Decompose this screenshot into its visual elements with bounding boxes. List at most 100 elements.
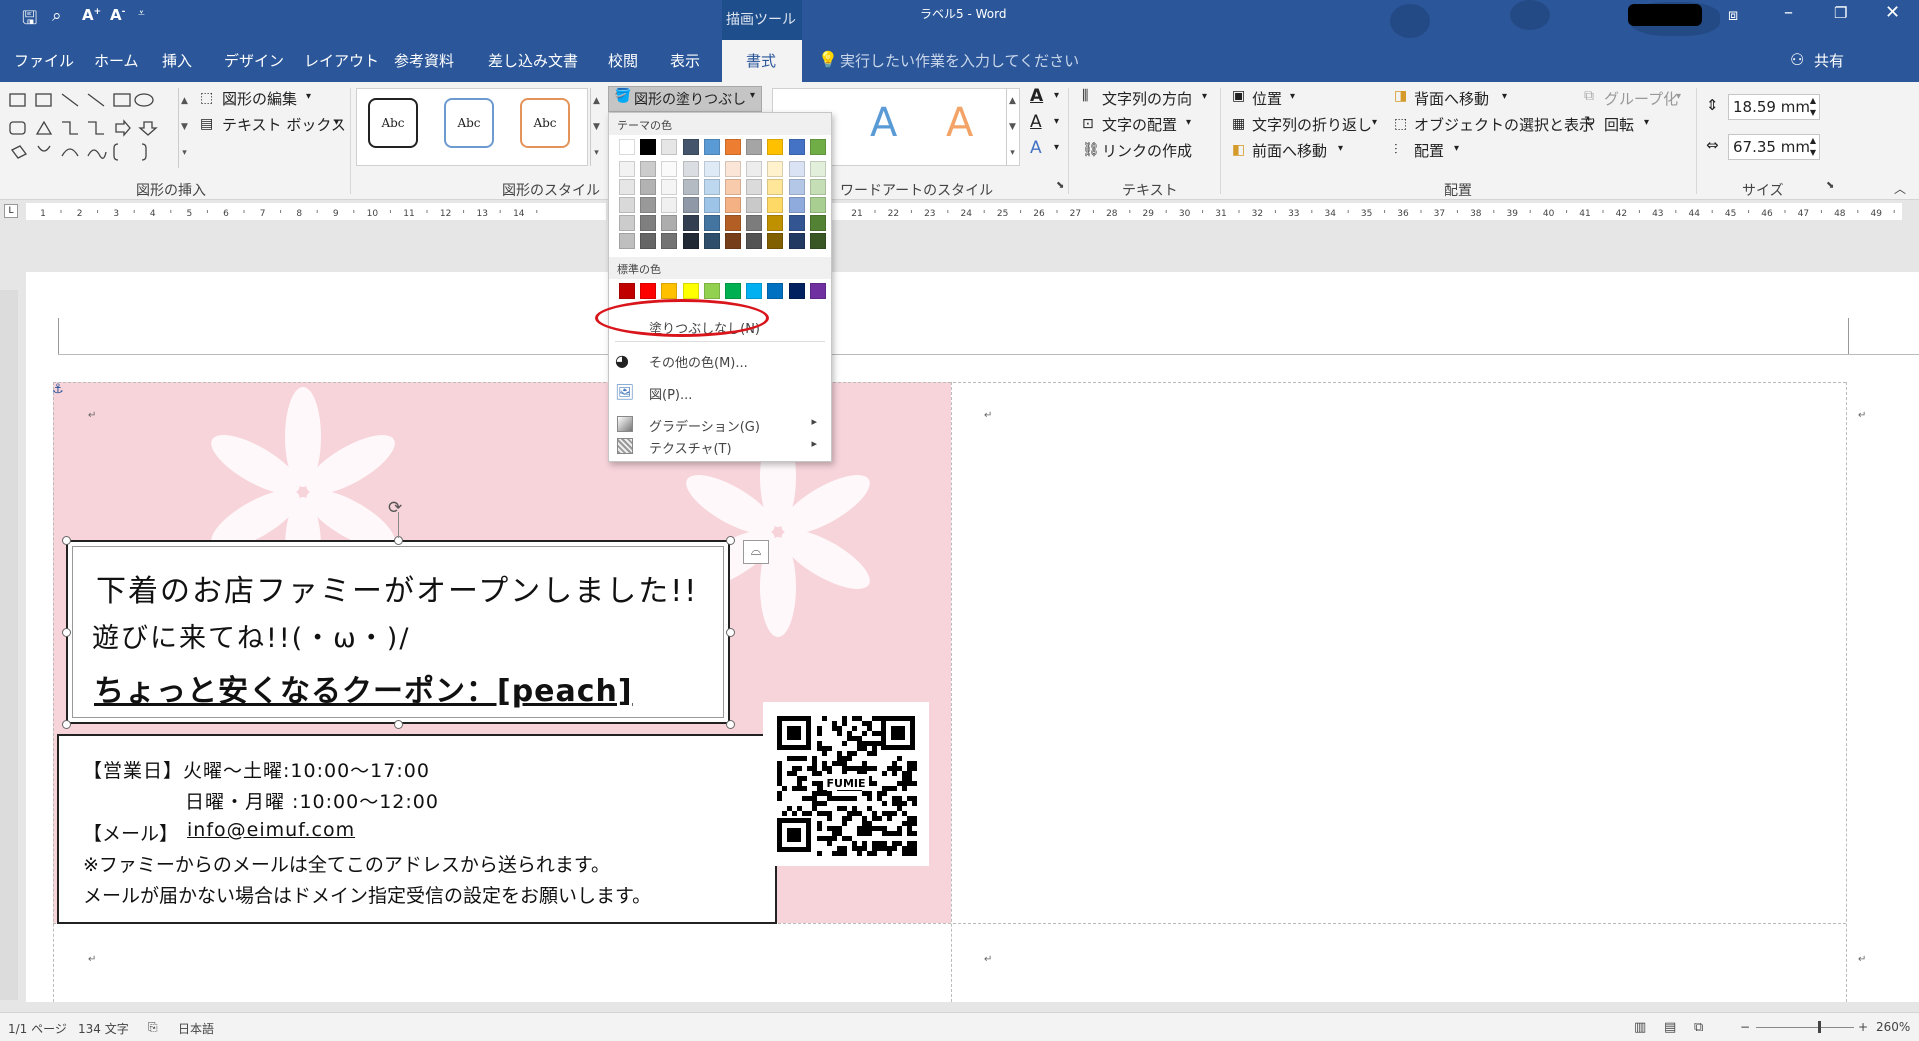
theme-color-swatch[interactable] — [640, 139, 657, 155]
create-link-button[interactable]: リンクの作成 — [1102, 140, 1192, 161]
align-text-button[interactable]: 文字の配置 — [1102, 114, 1177, 135]
proofing-icon[interactable]: ⎘ — [148, 1020, 158, 1035]
shape-fill-dropdown[interactable]: テーマの色 標準の色 塗りつぶしなし(N) ◕ その他の色(M)... 🖼 図(… — [595, 112, 832, 462]
document-page[interactable]: ⚓ ↵ ↵ ↵ ↵ ↵ ↵ 下着のお店ファミーがオープンしました!! 遊びに来て… — [26, 272, 1919, 1002]
wrap-text-button[interactable]: 文字列の折り返し — [1252, 114, 1372, 135]
style-preset-3[interactable]: Abc — [520, 98, 570, 148]
theme-color-swatch[interactable] — [746, 139, 763, 155]
theme-color-swatch[interactable] — [682, 179, 699, 195]
standard-color-swatch[interactable] — [725, 283, 741, 299]
tab-format[interactable]: 書式 — [746, 50, 776, 71]
align-button[interactable]: 配置 — [1414, 140, 1444, 161]
theme-color-swatch[interactable] — [619, 179, 635, 195]
customize-icon[interactable]: ⩡ — [138, 6, 145, 21]
theme-color-swatch[interactable] — [788, 139, 805, 155]
theme-color-swatch[interactable] — [746, 161, 763, 177]
theme-color-swatch[interactable] — [703, 161, 720, 177]
theme-color-swatch[interactable] — [788, 197, 805, 213]
theme-color-swatch[interactable] — [809, 179, 826, 195]
restore-icon[interactable]: ❐ — [1834, 4, 1847, 22]
theme-color-swatch[interactable] — [725, 161, 741, 177]
standard-color-swatch[interactable] — [767, 283, 784, 299]
resize-handle[interactable] — [394, 720, 403, 729]
resize-handle[interactable] — [62, 628, 71, 637]
tab-mailings[interactable]: 差し込み文書 — [488, 50, 578, 71]
theme-color-swatch[interactable] — [682, 161, 699, 177]
theme-color-swatch[interactable] — [809, 197, 826, 213]
language[interactable]: 日本語 — [178, 1020, 214, 1037]
style-preset-2[interactable]: Abc — [444, 98, 494, 148]
tab-review[interactable]: 校閲 — [608, 50, 638, 71]
ribbon-display-icon[interactable]: ⧈ — [1728, 5, 1738, 25]
theme-color-swatch[interactable] — [703, 233, 720, 249]
layout-options-icon[interactable]: ⌓ — [743, 540, 769, 564]
standard-color-swatch[interactable] — [703, 283, 720, 299]
text-fill-icon[interactable]: A — [1030, 86, 1043, 106]
theme-color-swatch[interactable] — [767, 139, 784, 155]
group-button[interactable]: グループ化 — [1604, 88, 1678, 109]
theme-color-swatch[interactable] — [640, 215, 657, 231]
bring-forward-button[interactable]: 前面へ移動 — [1252, 140, 1327, 161]
theme-color-swatch[interactable] — [640, 161, 657, 177]
wordart-preset-orange[interactable]: A — [946, 100, 973, 146]
theme-color-swatch[interactable] — [661, 233, 678, 249]
font-grow-icon[interactable]: A+ — [82, 6, 101, 24]
spin-icon[interactable]: ▲ ▼ — [1810, 95, 1816, 119]
theme-color-swatch[interactable] — [788, 215, 805, 231]
theme-color-swatch[interactable] — [746, 215, 763, 231]
theme-color-swatch[interactable] — [682, 197, 699, 213]
theme-color-swatch[interactable] — [682, 139, 699, 155]
theme-color-swatch[interactable] — [788, 179, 805, 195]
zoom-thumb[interactable] — [1818, 1021, 1821, 1033]
theme-color-swatch[interactable] — [809, 139, 826, 155]
shapes-gallery[interactable] — [4, 88, 174, 168]
tab-references[interactable]: 参考資料 — [394, 50, 454, 71]
close-icon[interactable]: ✕ — [1885, 2, 1900, 23]
zoom-slider[interactable] — [1756, 1027, 1854, 1028]
standard-color-swatch[interactable] — [809, 283, 826, 299]
tell-me-input[interactable]: 実行したい作業を入力してください — [840, 50, 1079, 71]
tab-file[interactable]: ファイル — [14, 50, 74, 71]
theme-color-swatch[interactable] — [788, 233, 805, 249]
theme-color-swatch[interactable] — [619, 215, 635, 231]
dialog-launcher-icon[interactable]: ⬊ — [1056, 180, 1064, 191]
theme-color-swatch[interactable] — [746, 233, 763, 249]
text-direction-button[interactable]: 文字列の方向 — [1102, 88, 1192, 109]
menu-item-picture[interactable]: 🖼 図(P)... — [609, 377, 831, 407]
theme-color-swatch[interactable] — [725, 215, 741, 231]
collapse-ribbon-icon[interactable]: ︿ — [1894, 180, 1906, 197]
resize-handle[interactable] — [726, 720, 735, 729]
shapes-gallery-icons[interactable] — [4, 88, 174, 168]
theme-color-swatch[interactable] — [619, 233, 635, 249]
text-box-button[interactable]: テキスト ボックス — [222, 114, 346, 135]
zoom-out-icon[interactable]: − — [1740, 1020, 1750, 1034]
info-textbox[interactable]: 【営業日】火曜～土曜:10:00～17:00 日曜・月曜 :10:00～12:0… — [57, 734, 777, 924]
theme-color-swatch[interactable] — [746, 179, 763, 195]
tab-home[interactable]: ホーム — [94, 50, 139, 71]
theme-color-swatch[interactable] — [809, 215, 826, 231]
theme-color-swatch[interactable] — [725, 197, 741, 213]
dialog-launcher-icon[interactable]: ⬊ — [1826, 180, 1834, 191]
standard-color-swatch[interactable] — [661, 283, 678, 299]
theme-color-swatch[interactable] — [725, 179, 741, 195]
text-effects-icon[interactable]: A — [1030, 138, 1042, 158]
resize-handle[interactable] — [62, 536, 71, 545]
rotate-handle-icon[interactable]: ⟳ — [388, 498, 402, 518]
info-mail-address[interactable]: info@eimuf.com — [187, 819, 355, 841]
resize-handle[interactable] — [726, 628, 735, 637]
rotate-button[interactable]: 回転 — [1604, 114, 1634, 135]
tab-insert[interactable]: 挿入 — [162, 50, 192, 71]
theme-color-swatch[interactable] — [746, 197, 763, 213]
theme-color-swatch[interactable] — [725, 233, 741, 249]
print-preview-icon[interactable]: ⌕ — [52, 6, 62, 26]
menu-item-more-colors[interactable]: ◕ その他の色(M)... — [609, 345, 831, 375]
theme-color-swatch[interactable] — [682, 215, 699, 231]
theme-color-swatch[interactable] — [661, 179, 678, 195]
page-count[interactable]: 1/1 ページ — [8, 1020, 67, 1037]
theme-color-swatch[interactable] — [661, 197, 678, 213]
zoom-in-icon[interactable]: + — [1858, 1020, 1868, 1034]
theme-color-swatch[interactable] — [788, 161, 805, 177]
theme-color-swatch[interactable] — [619, 161, 635, 177]
standard-color-swatch[interactable] — [788, 283, 805, 299]
theme-color-swatch[interactable] — [619, 139, 635, 155]
